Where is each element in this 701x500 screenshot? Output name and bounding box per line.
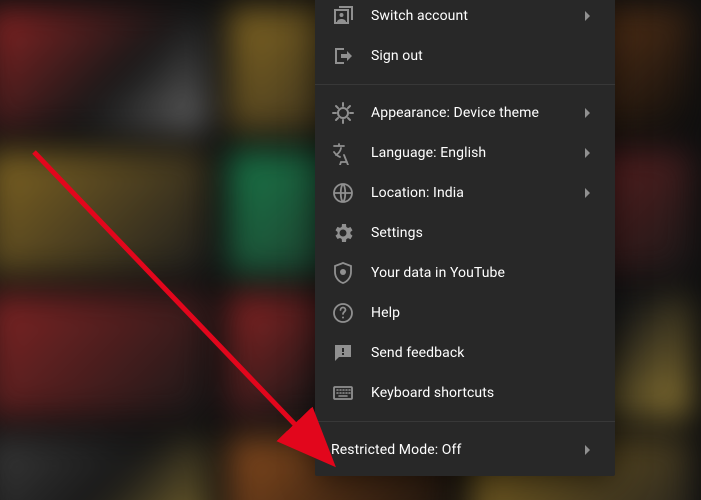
chevron-right-icon — [575, 101, 599, 125]
feedback-icon — [331, 341, 355, 365]
menu-label: Your data in YouTube — [371, 265, 599, 281]
menu-item-restricted-mode[interactable]: Restricted Mode: Off — [315, 430, 615, 470]
menu-label: Sign out — [371, 48, 599, 64]
language-icon — [331, 141, 355, 165]
menu-label: Settings — [371, 225, 599, 241]
menu-label: Keyboard shortcuts — [371, 385, 599, 401]
menu-item-shortcuts[interactable]: Keyboard shortcuts — [315, 373, 615, 413]
keyboard-icon — [331, 381, 355, 405]
menu-item-location[interactable]: Location: India — [315, 173, 615, 213]
chevron-right-icon — [575, 181, 599, 205]
menu-label: Language: English — [371, 145, 575, 161]
account-menu: YouTube Studio Switch account Sign out A… — [315, 0, 615, 476]
menu-divider — [315, 421, 615, 422]
globe-icon — [331, 181, 355, 205]
menu-label: Location: India — [371, 185, 575, 201]
chevron-right-icon — [575, 141, 599, 165]
appearance-icon — [331, 101, 355, 125]
help-icon — [331, 301, 355, 325]
menu-item-sign-out[interactable]: Sign out — [315, 36, 615, 76]
menu-label: Switch account — [371, 8, 575, 24]
gear-icon — [331, 221, 355, 245]
menu-item-appearance[interactable]: Appearance: Device theme — [315, 93, 615, 133]
menu-label: Restricted Mode: Off — [331, 442, 575, 458]
menu-label: Send feedback — [371, 345, 599, 361]
switch-account-icon — [331, 4, 355, 28]
menu-label: Appearance: Device theme — [371, 105, 575, 121]
shield-icon — [331, 261, 355, 285]
chevron-right-icon — [575, 438, 599, 462]
menu-item-switch-account[interactable]: Switch account — [315, 0, 615, 36]
menu-item-settings[interactable]: Settings — [315, 213, 615, 253]
menu-item-help[interactable]: Help — [315, 293, 615, 333]
menu-item-feedback[interactable]: Send feedback — [315, 333, 615, 373]
sign-out-icon — [331, 44, 355, 68]
menu-item-language[interactable]: Language: English — [315, 133, 615, 173]
menu-label: Help — [371, 305, 599, 321]
menu-divider — [315, 84, 615, 85]
menu-item-your-data[interactable]: Your data in YouTube — [315, 253, 615, 293]
chevron-right-icon — [575, 4, 599, 28]
